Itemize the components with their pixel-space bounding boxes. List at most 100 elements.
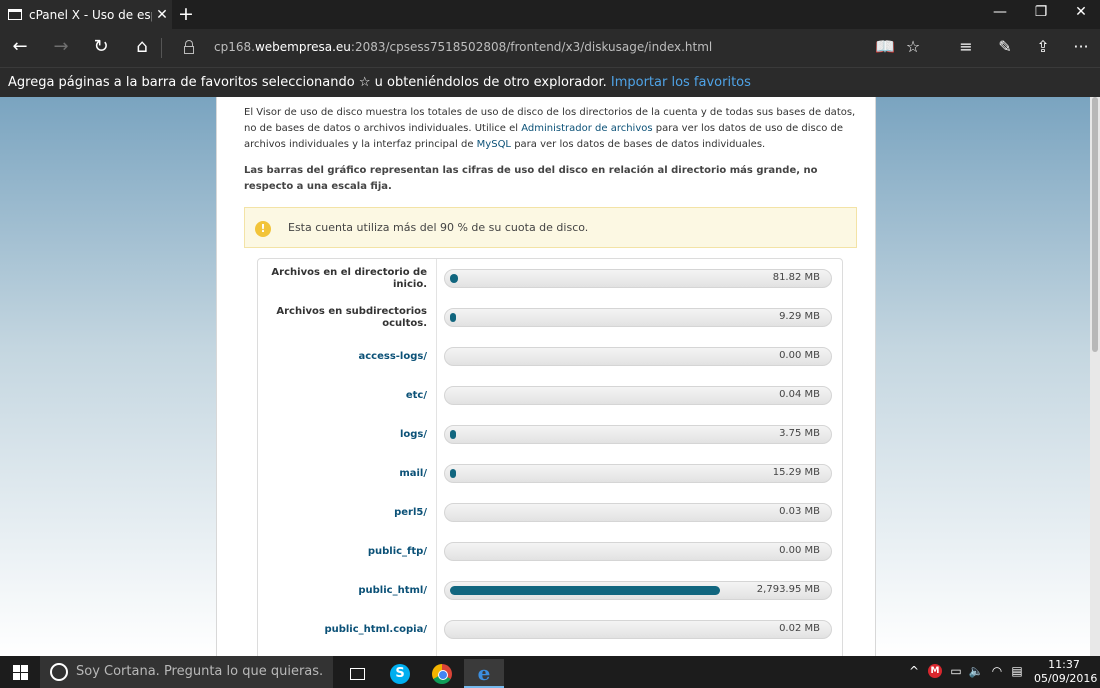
address-separator <box>161 38 162 58</box>
usage-size: 0.02 MB <box>779 623 820 634</box>
warning-icon: ! <box>255 221 271 237</box>
usage-bar-fill <box>450 586 720 595</box>
usage-size: 0.03 MB <box>779 506 820 517</box>
disk-usage-table: Archivos en el directorio de inicio. 81.8… <box>257 258 843 656</box>
intro-text: El Visor de uso de disco muestra los tot… <box>244 107 856 150</box>
chrome-icon <box>432 663 452 684</box>
table-row: Archivos en el directorio de inicio. 81.8… <box>258 259 844 298</box>
tab-close-icon[interactable]: ✕ <box>152 7 172 23</box>
usage-size: 0.00 MB <box>779 350 820 361</box>
address-bar: ← → ↻ ⌂ cp168.webempresa.eu:2083/cpsess7… <box>0 29 1100 67</box>
directory-link[interactable]: logs/ <box>264 415 427 454</box>
more-icon[interactable]: ··· <box>1070 37 1092 56</box>
task-view-icon <box>349 667 365 680</box>
scrollbar-thumb[interactable] <box>1092 97 1098 352</box>
table-row: Archivos en subdirectorios ocultos. 9.29 … <box>258 298 844 337</box>
refresh-button[interactable]: ↻ <box>89 36 113 57</box>
web-note-icon[interactable]: ✎ <box>994 37 1016 56</box>
skype-button[interactable]: S <box>380 659 420 688</box>
cortana-search-box[interactable]: Soy Cortana. Pregunta lo que quieras. <box>40 656 333 688</box>
directory-link[interactable]: perl5/ <box>264 493 427 532</box>
minimize-button[interactable]: — <box>990 4 1010 20</box>
usage-bar: 0.04 MB <box>444 386 832 405</box>
back-button[interactable]: ← <box>8 36 32 57</box>
reading-view-icon[interactable]: 📖 <box>874 37 896 56</box>
system-clock[interactable]: 11:37 05/09/2016 <box>1034 658 1098 686</box>
usage-bar: 0.00 MB <box>444 347 832 366</box>
directory-link[interactable]: public_ftp/ <box>264 532 427 571</box>
usage-bar: 2,793.95 MB <box>444 581 832 600</box>
tab-title: cPanel X - Uso de espac <box>29 7 152 22</box>
chrome-button[interactable] <box>422 659 462 688</box>
import-favorites-link[interactable]: Importar los favoritos <box>611 75 751 90</box>
lock-icon[interactable] <box>184 40 194 54</box>
home-button[interactable]: ⌂ <box>130 36 154 57</box>
favorite-star-icon[interactable]: ☆ <box>902 37 924 56</box>
clock-time: 11:37 <box>1048 658 1080 671</box>
directory-link[interactable]: etc/ <box>264 376 427 415</box>
table-row: etc/0.04 MB <box>258 376 844 415</box>
mega-icon[interactable]: M <box>928 664 942 678</box>
table-row: public_ftp/0.00 MB <box>258 532 844 571</box>
mysql-link[interactable]: MySQL <box>477 139 511 150</box>
directory-link[interactable]: access-logs/ <box>264 337 427 376</box>
restore-button[interactable]: ❐ <box>1031 4 1051 20</box>
usage-size: 15.29 MB <box>772 467 820 478</box>
quota-warning-alert: ! Esta cuenta utiliza más del 90 % de su… <box>244 207 857 248</box>
edge-button[interactable]: e <box>464 659 504 688</box>
url-field[interactable]: cp168.webempresa.eu:2083/cpsess751850280… <box>214 40 712 54</box>
usage-bar-fill <box>450 469 456 478</box>
usage-size: 81.82 MB <box>772 272 820 283</box>
task-view-button[interactable] <box>337 659 377 688</box>
windows-start-icon[interactable] <box>13 665 28 680</box>
windows-taskbar: Soy Cortana. Pregunta lo que quieras. S … <box>0 656 1100 688</box>
usage-size: 3.75 MB <box>779 428 820 439</box>
wifi-icon[interactable]: ◠ <box>988 664 1006 678</box>
alert-message: Esta cuenta utiliza más del 90 % de su c… <box>288 221 589 234</box>
skype-icon: S <box>390 663 410 684</box>
usage-bar: 0.02 MB <box>444 620 832 639</box>
directory-link[interactable]: mail/ <box>264 454 427 493</box>
close-window-button[interactable]: ✕ <box>1071 4 1091 20</box>
usage-bar: 0.03 MB <box>444 503 832 522</box>
share-icon[interactable]: ⇪ <box>1032 37 1054 56</box>
favorites-bar: Agrega páginas a la barra de favoritos s… <box>0 67 1100 97</box>
battery-icon[interactable]: ▭ <box>947 664 965 678</box>
page-icon <box>8 9 22 20</box>
cortana-icon <box>50 663 68 681</box>
browser-title-bar: cPanel X - Uso de espac ✕ + — ❐ ✕ <box>0 0 1100 29</box>
usage-bar: 3.75 MB <box>444 425 832 444</box>
forward-button[interactable]: → <box>49 36 73 57</box>
row-label: Archivos en subdirectorios ocultos. <box>276 305 427 329</box>
table-row: mail/15.29 MB <box>258 454 844 493</box>
table-row: perl5/0.03 MB <box>258 493 844 532</box>
usage-bar: 81.82 MB <box>444 269 832 288</box>
table-row: public_html/2,793.95 MB <box>258 571 844 610</box>
row-label: Archivos en el directorio de inicio. <box>271 266 427 290</box>
tray-chevron-icon[interactable]: ^ <box>905 664 923 678</box>
clock-date: 05/09/2016 <box>1034 672 1098 685</box>
directory-link[interactable]: public_html.copia/ <box>264 610 427 649</box>
volume-icon[interactable]: 🔈 <box>967 664 985 678</box>
browser-tab[interactable]: cPanel X - Uso de espac ✕ <box>0 0 172 29</box>
file-manager-link[interactable]: Administrador de archivos <box>521 123 652 134</box>
web-viewport: El Visor de uso de disco muestra los tot… <box>0 97 1100 656</box>
usage-bar-fill <box>450 430 456 439</box>
search-hint: Soy Cortana. Pregunta lo que quieras. <box>76 664 324 679</box>
disk-usage-page: El Visor de uso de disco muestra los tot… <box>216 97 876 656</box>
usage-size: 0.04 MB <box>779 389 820 400</box>
usage-size: 2,793.95 MB <box>756 584 820 595</box>
favorites-hint: Agrega páginas a la barra de favoritos s… <box>8 75 607 90</box>
usage-bar: 0.00 MB <box>444 542 832 561</box>
directory-link[interactable]: public_html/ <box>264 571 427 610</box>
usage-size: 9.29 MB <box>779 311 820 322</box>
new-tab-button[interactable]: + <box>178 3 194 25</box>
usage-bar-fill <box>450 274 458 283</box>
notifications-icon[interactable]: ▤ <box>1008 664 1026 678</box>
table-row: access-logs/0.00 MB <box>258 337 844 376</box>
page-scrollbar[interactable] <box>1090 97 1100 656</box>
usage-size: 0.00 MB <box>779 545 820 556</box>
usage-bar-fill <box>450 313 456 322</box>
hub-icon[interactable]: ≡ <box>955 37 977 56</box>
usage-bar: 9.29 MB <box>444 308 832 327</box>
